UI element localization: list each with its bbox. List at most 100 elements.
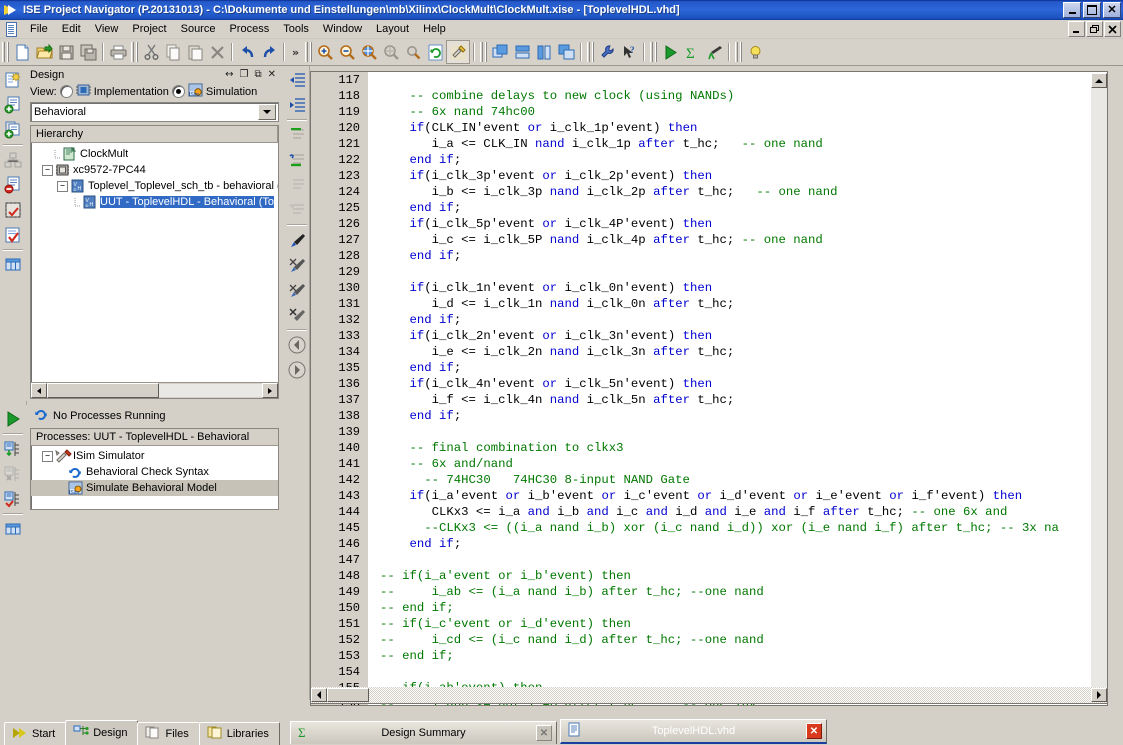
hscroll-thumb[interactable] — [327, 688, 369, 702]
doc-restore-button[interactable] — [1086, 21, 1103, 37]
menu-item-file[interactable]: File — [23, 22, 55, 36]
run-icon[interactable] — [659, 41, 681, 63]
view-panel-icon[interactable] — [2, 518, 24, 540]
hscroll-right-button[interactable] — [1091, 688, 1107, 702]
bookmark-prev-icon[interactable] — [286, 254, 308, 276]
whats-this-help-icon[interactable]: ? — [618, 41, 640, 63]
code-line[interactable]: 128 end if; — [311, 248, 1107, 264]
zoom-selection-icon[interactable] — [380, 41, 402, 63]
tile-vertical-icon[interactable] — [533, 41, 555, 63]
collapse-toggle[interactable]: − — [42, 164, 53, 176]
radio-simulation[interactable] — [171, 85, 185, 98]
collapse-toggle[interactable]: − — [42, 450, 53, 462]
code-line[interactable]: 127 i_c <= i_clk_5P nand i_clk_4p after … — [311, 232, 1107, 248]
toolbar-grip-4[interactable] — [480, 42, 488, 62]
code-line[interactable]: 144 CLKx3 <= i_a and i_b and i_c and i_d… — [311, 504, 1107, 520]
code-line[interactable]: 120 if(CLK_IN'event or i_clk_1p'event) t… — [311, 120, 1107, 136]
build-hammer-icon[interactable] — [446, 40, 471, 64]
arrange-icon[interactable] — [555, 41, 577, 63]
code-line[interactable]: 126 if(i_clk_5p'event or i_clk_4P'event)… — [311, 216, 1107, 232]
zoom-region-icon[interactable] — [402, 41, 424, 63]
code-line[interactable]: 149 -- i_ab <= (i_a nand i_b) after t_hc;… — [311, 584, 1107, 600]
remove-source-icon[interactable] — [2, 174, 24, 196]
code-line[interactable]: 137 i_f <= i_clk_4n nand i_clk_5n after … — [311, 392, 1107, 408]
code-line[interactable]: 125 end if; — [311, 200, 1107, 216]
cut-icon[interactable] — [140, 41, 162, 63]
code-line[interactable]: 118 -- combine delays to new clock (usin… — [311, 88, 1107, 104]
tab-files[interactable]: Files — [137, 722, 200, 745]
menu-item-edit[interactable]: Edit — [55, 22, 88, 36]
collapse-toggle[interactable]: − — [57, 180, 68, 192]
code-editor[interactable]: 117 118 -- combine delays to new clock (u… — [310, 71, 1108, 706]
code-line[interactable]: 135 end if; — [311, 360, 1107, 376]
doc-tab-close-button[interactable]: ✕ — [536, 725, 552, 741]
code-line[interactable]: 143 if(i_a'event or i_b'event or i_c'eve… — [311, 488, 1107, 504]
menu-item-view[interactable]: View — [88, 22, 126, 36]
code-line[interactable]: 136 if(i_clk_4n'event or i_clk_5n'event)… — [311, 376, 1107, 392]
code-line[interactable]: 138 end if; — [311, 408, 1107, 424]
toolbar-overflow-button[interactable]: » — [288, 46, 303, 59]
scroll-thumb[interactable] — [47, 383, 159, 398]
scroll-right-button[interactable] — [262, 383, 278, 398]
menu-item-source[interactable]: Source — [174, 22, 223, 36]
run-process-icon[interactable] — [2, 408, 24, 430]
stop-process-icon[interactable] — [2, 463, 24, 485]
telescope-icon[interactable] — [703, 41, 725, 63]
doc-tab-design-summary[interactable]: Σ Design Summary ✕ — [290, 721, 557, 744]
add-copy-source-icon[interactable] — [2, 119, 24, 141]
code-line[interactable]: 141 -- 6x and/nand — [311, 456, 1107, 472]
view-option-implementation-label[interactable]: Implementation — [94, 86, 169, 98]
copy-icon[interactable] — [162, 41, 184, 63]
menu-item-help[interactable]: Help — [416, 22, 453, 36]
toolbar-grip-6[interactable] — [650, 42, 658, 62]
bookmark-clear-icon[interactable] — [286, 304, 308, 326]
menu-item-layout[interactable]: Layout — [369, 22, 416, 36]
print-icon[interactable] — [107, 41, 129, 63]
maximize-icon[interactable]: ❐ — [240, 69, 249, 80]
behavioral-combo[interactable]: Behavioral — [30, 102, 279, 122]
paste-icon[interactable] — [184, 41, 206, 63]
code-line[interactable]: 139 — [311, 424, 1107, 440]
check-syntax-icon[interactable] — [2, 224, 24, 246]
toolbar-grip[interactable] — [2, 42, 9, 62]
code-line[interactable]: 130 if(i_clk_1n'event or i_clk_0n'event)… — [311, 280, 1107, 296]
doc-close-button[interactable] — [1104, 21, 1121, 37]
toolbar-grip-3[interactable] — [305, 42, 313, 62]
menu-item-tools[interactable]: Tools — [276, 22, 316, 36]
toolbar-grip-5[interactable] — [587, 42, 595, 62]
design-utilities-icon[interactable] — [2, 199, 24, 221]
comment-icon[interactable] — [286, 124, 308, 146]
scroll-track[interactable] — [47, 383, 262, 398]
process-row-simulate-behavioral[interactable]: ISim Simulate Behavioral Model — [31, 480, 278, 496]
refresh-icon[interactable] — [424, 41, 446, 63]
tree-row-device[interactable]: − xc9572-7PC44 — [31, 162, 278, 178]
view-panel-icon[interactable] — [2, 254, 24, 276]
check-process-icon[interactable] — [2, 488, 24, 510]
code-line[interactable]: 154 — [311, 664, 1107, 680]
code-line[interactable]: 131 i_d <= i_clk_1n nand i_clk_0n after … — [311, 296, 1107, 312]
tab-start[interactable]: Start — [4, 722, 67, 745]
tree-row-uut[interactable]: VHD UUT - ToplevelHDL - Behavioral (To — [31, 194, 278, 210]
zoom-out-icon[interactable] — [336, 41, 358, 63]
doc-minimize-button[interactable] — [1068, 21, 1085, 37]
radio-implementation[interactable] — [59, 85, 73, 98]
code-line[interactable]: 132 end if; — [311, 312, 1107, 328]
scroll-up-button[interactable] — [1091, 73, 1107, 88]
chevron-down-icon[interactable] — [258, 104, 276, 120]
code-line[interactable]: 152 -- i_cd <= (i_c nand i_d) after t_hc;… — [311, 632, 1107, 648]
new-file-icon[interactable] — [11, 41, 33, 63]
process-row-isim[interactable]: − ISim Simulator — [31, 448, 278, 464]
tile-horizontal-icon[interactable] — [511, 41, 533, 63]
nav-forward-icon[interactable] — [286, 359, 308, 381]
code-line[interactable]: 124 i_b <= i_clk_3p nand i_clk_2p after … — [311, 184, 1107, 200]
resize-icon[interactable]: ↔ — [225, 69, 233, 80]
code-line[interactable]: 117 — [311, 72, 1107, 88]
doc-tab-close-button[interactable]: ✕ — [806, 723, 822, 739]
code-line[interactable]: 133 if(i_clk_2n'event or i_clk_3n'event)… — [311, 328, 1107, 344]
code-line[interactable]: 122 end if; — [311, 152, 1107, 168]
code-line[interactable]: 151 -- if(i_c'event or i_d'event) then — [311, 616, 1107, 632]
view-option-simulation-label[interactable]: Simulation — [206, 86, 257, 98]
menu-item-process[interactable]: Process — [222, 22, 276, 36]
code-line[interactable]: 146 end if; — [311, 536, 1107, 552]
code-line[interactable]: 153 -- end if; — [311, 648, 1107, 664]
